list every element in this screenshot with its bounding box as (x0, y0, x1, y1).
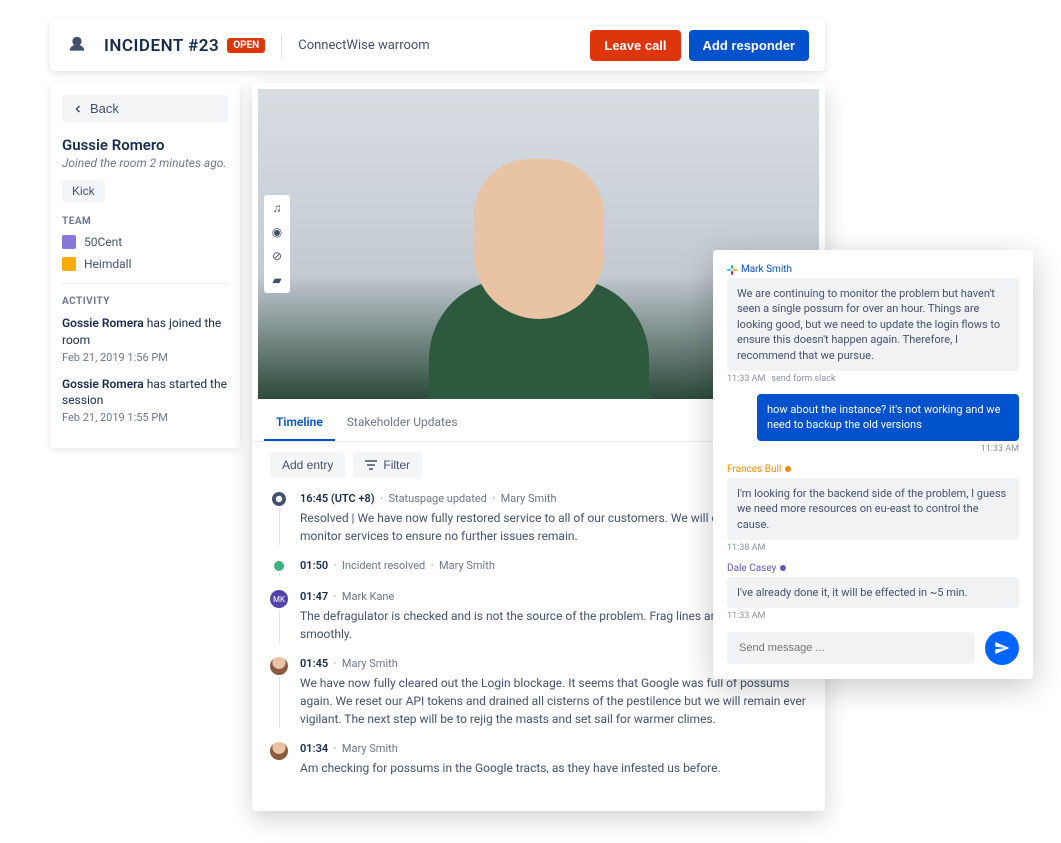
chat-input[interactable] (727, 632, 975, 664)
logo-icon (66, 35, 88, 57)
activity-item: Gossie Romera has joined the room Feb 21,… (62, 315, 228, 364)
chat-message: Mark Smith We are continuing to monitor … (727, 264, 1019, 384)
team-name: 50Cent (84, 235, 122, 249)
filter-icon (365, 460, 377, 470)
leave-call-button[interactable]: Leave call (590, 30, 680, 61)
activity-item: Gossie Romera has started the sessionFeb… (62, 376, 228, 425)
sidebar: Back Gussie Romero Joined the room 2 min… (50, 83, 240, 448)
send-button[interactable] (985, 631, 1019, 665)
timeline-avatar (270, 657, 288, 675)
timeline-meta: 01:34 · Mary Smith (300, 742, 807, 755)
status-dot-icon (785, 466, 791, 472)
chat-time: 11:38 AM (727, 543, 1019, 553)
divider (281, 34, 282, 58)
timeline-item: 01:34 · Mary Smith Am checking for possum… (270, 742, 807, 777)
header-bar: INCIDENT #23 OPEN ConnectWise warroom Le… (50, 20, 825, 71)
chat-bubble: We are continuing to monitor the problem… (727, 278, 1019, 371)
add-responder-button[interactable]: Add responder (689, 30, 809, 61)
chat-input-row (727, 631, 1019, 665)
kick-button[interactable]: Kick (62, 180, 105, 202)
activity-date: Feb 21, 2019 1:55 PM (62, 411, 228, 424)
chat-panel: Mark Smith We are continuing to monitor … (713, 250, 1033, 679)
back-button[interactable]: Back (62, 95, 228, 122)
chat-message: Dale Casey I've already done it, it will… (727, 563, 1019, 621)
activity-date: Feb 21, 2019 1:56 PM (62, 351, 228, 364)
chat-time: 11:33 AM (727, 444, 1019, 454)
arrow-left-icon (72, 103, 84, 115)
chat-bubble: how about the instance? it's not working… (757, 394, 1019, 441)
filter-label: Filter (383, 458, 410, 472)
filter-button[interactable]: Filter (353, 452, 422, 478)
timeline-marker-icon (272, 492, 286, 506)
chat-sender: Mark Smith (727, 264, 1019, 275)
video-participant (429, 139, 649, 399)
video-controls: ♫ ◉ ⊘ ▰ (264, 195, 290, 293)
team-color-swatch (62, 235, 76, 249)
video-off-icon[interactable]: ▰ (268, 271, 286, 289)
timeline-body: We have now fully cleared out the Login … (300, 674, 807, 728)
team-item[interactable]: 50Cent (62, 235, 228, 249)
joined-text: Joined the room 2 minutes ago. (62, 156, 228, 170)
chat-bubble: I've already done it, it will be effecte… (727, 577, 1019, 608)
timeline-avatar: MK (270, 590, 288, 608)
chat-time: 11:33 AM (727, 611, 1019, 621)
activity-text: Gossie Romera has joined the room (62, 315, 228, 349)
tab-stakeholder[interactable]: Stakeholder Updates (335, 405, 470, 441)
timeline-body: Am checking for possums in the Google tr… (300, 759, 807, 777)
chat-time: 11:33 AMsend form slack (727, 374, 1019, 384)
back-label: Back (90, 101, 119, 116)
person-name: Gussie Romero (62, 136, 228, 154)
chat-bubble: I'm looking for the backend side of the … (727, 478, 1019, 540)
activity-text: Gossie Romera has started the session (62, 376, 228, 410)
music-icon[interactable]: ♫ (268, 199, 286, 217)
team-section-label: TEAM (62, 216, 228, 227)
incident-title: INCIDENT #23 (104, 36, 219, 56)
camera-icon[interactable]: ◉ (268, 223, 286, 241)
slack-icon (727, 265, 737, 275)
timeline-marker-resolved (274, 561, 284, 571)
mic-mute-icon[interactable]: ⊘ (268, 247, 286, 265)
chat-message: Frances Bull I'm looking for the backend… (727, 464, 1019, 553)
timeline-avatar (270, 742, 288, 760)
divider (62, 283, 228, 284)
chat-sender: Dale Casey (727, 563, 1019, 574)
team-name: Heimdall (84, 257, 132, 271)
chat-message: how about the instance? it's not working… (727, 394, 1019, 454)
status-badge: OPEN (227, 38, 265, 53)
team-color-swatch (62, 257, 76, 271)
status-dot-icon (780, 565, 786, 571)
add-entry-button[interactable]: Add entry (270, 452, 345, 478)
tab-timeline[interactable]: Timeline (264, 405, 335, 441)
send-icon (994, 640, 1010, 656)
team-item[interactable]: Heimdall (62, 257, 228, 271)
warroom-label: ConnectWise warroom (298, 38, 582, 53)
chat-sender: Frances Bull (727, 464, 1019, 475)
activity-section-label: ACTIVITY (62, 296, 228, 307)
